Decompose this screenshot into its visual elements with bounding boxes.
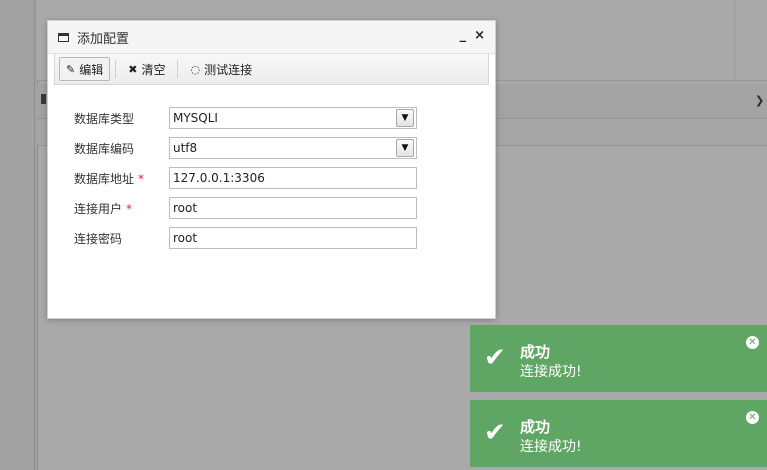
checkmark-icon: ✔ — [484, 418, 506, 448]
dialog-title: 添加配置 — [77, 31, 130, 47]
toast-message: 连接成功! — [520, 364, 582, 380]
form-row-db-encoding: 数据库编码 utf8 ▼ — [74, 133, 495, 163]
toast-title: 成功 — [520, 343, 551, 361]
db-type-value: MYSQLI — [173, 111, 218, 125]
window-icon — [58, 32, 69, 42]
form-row-db-user: 连接用户 * root — [74, 193, 495, 223]
form-row-db-password: 连接密码 root — [74, 223, 495, 253]
db-password-input[interactable]: root — [169, 227, 417, 249]
toast-message: 连接成功! — [520, 439, 582, 455]
close-icon[interactable]: ✕ — [746, 411, 759, 424]
db-user-input[interactable]: root — [169, 197, 417, 219]
close-icon: ✖ — [128, 62, 138, 76]
toast-title: 成功 — [520, 418, 551, 436]
required-marker: * — [138, 171, 145, 186]
success-toast[interactable]: ✔ 成功 连接成功! ✕ — [470, 325, 767, 392]
spinner-icon: ◌ — [190, 62, 201, 76]
background-divider — [34, 0, 35, 470]
background-panel-icon — [41, 94, 46, 104]
chevron-down-icon[interactable]: ▼ — [396, 109, 414, 127]
db-encoding-label: 数据库编码 — [74, 141, 135, 156]
db-address-input[interactable]: 127.0.0.1:3306 — [169, 167, 417, 189]
background-separator — [734, 0, 735, 80]
toolbar-divider — [115, 60, 117, 78]
db-type-select[interactable]: MYSQLI ▼ — [169, 107, 417, 129]
dialog-toolbar: ✎ 编辑 ✖ 清空 ◌ 测试连接 — [54, 54, 489, 85]
success-toast[interactable]: ✔ 成功 连接成功! ✕ — [470, 400, 767, 467]
toolbar-divider — [177, 60, 179, 78]
add-config-dialog: 添加配置 _ × ✎ 编辑 ✖ 清空 ◌ 测试连接 数据库类型 MYSQLI ▼ — [47, 20, 496, 319]
close-button[interactable]: × — [474, 28, 485, 43]
background-sidebar — [0, 0, 38, 470]
db-user-label: 连接用户 * — [74, 201, 133, 216]
required-marker: * — [126, 201, 133, 216]
edit-button[interactable]: ✎ 编辑 — [59, 57, 111, 81]
db-encoding-select[interactable]: utf8 ▼ — [169, 137, 417, 159]
chevron-down-icon: ❯ — [755, 94, 765, 107]
dialog-titlebar[interactable]: 添加配置 _ × — [48, 21, 495, 54]
clear-button-label: 清空 — [141, 62, 166, 77]
config-form: 数据库类型 MYSQLI ▼ 数据库编码 utf8 ▼ 数据库地址 * 127.0… — [48, 85, 495, 253]
chevron-down-icon[interactable]: ▼ — [396, 139, 414, 157]
close-icon[interactable]: ✕ — [746, 336, 759, 349]
form-row-db-type: 数据库类型 MYSQLI ▼ — [74, 103, 495, 133]
clear-button[interactable]: ✖ 清空 — [121, 57, 172, 81]
edit-button-label: 编辑 — [79, 62, 104, 77]
checkmark-icon: ✔ — [484, 343, 506, 373]
db-type-label: 数据库类型 — [74, 111, 135, 126]
minimize-button[interactable]: _ — [460, 28, 467, 43]
form-row-db-address: 数据库地址 * 127.0.0.1:3306 — [74, 163, 495, 193]
test-connection-label: 测试连接 — [204, 62, 253, 77]
db-password-label: 连接密码 — [74, 231, 123, 246]
db-encoding-value: utf8 — [173, 141, 198, 155]
db-address-label: 数据库地址 * — [74, 171, 145, 186]
test-connection-button[interactable]: ◌ 测试连接 — [183, 57, 259, 81]
edit-icon: ✎ — [66, 62, 76, 76]
